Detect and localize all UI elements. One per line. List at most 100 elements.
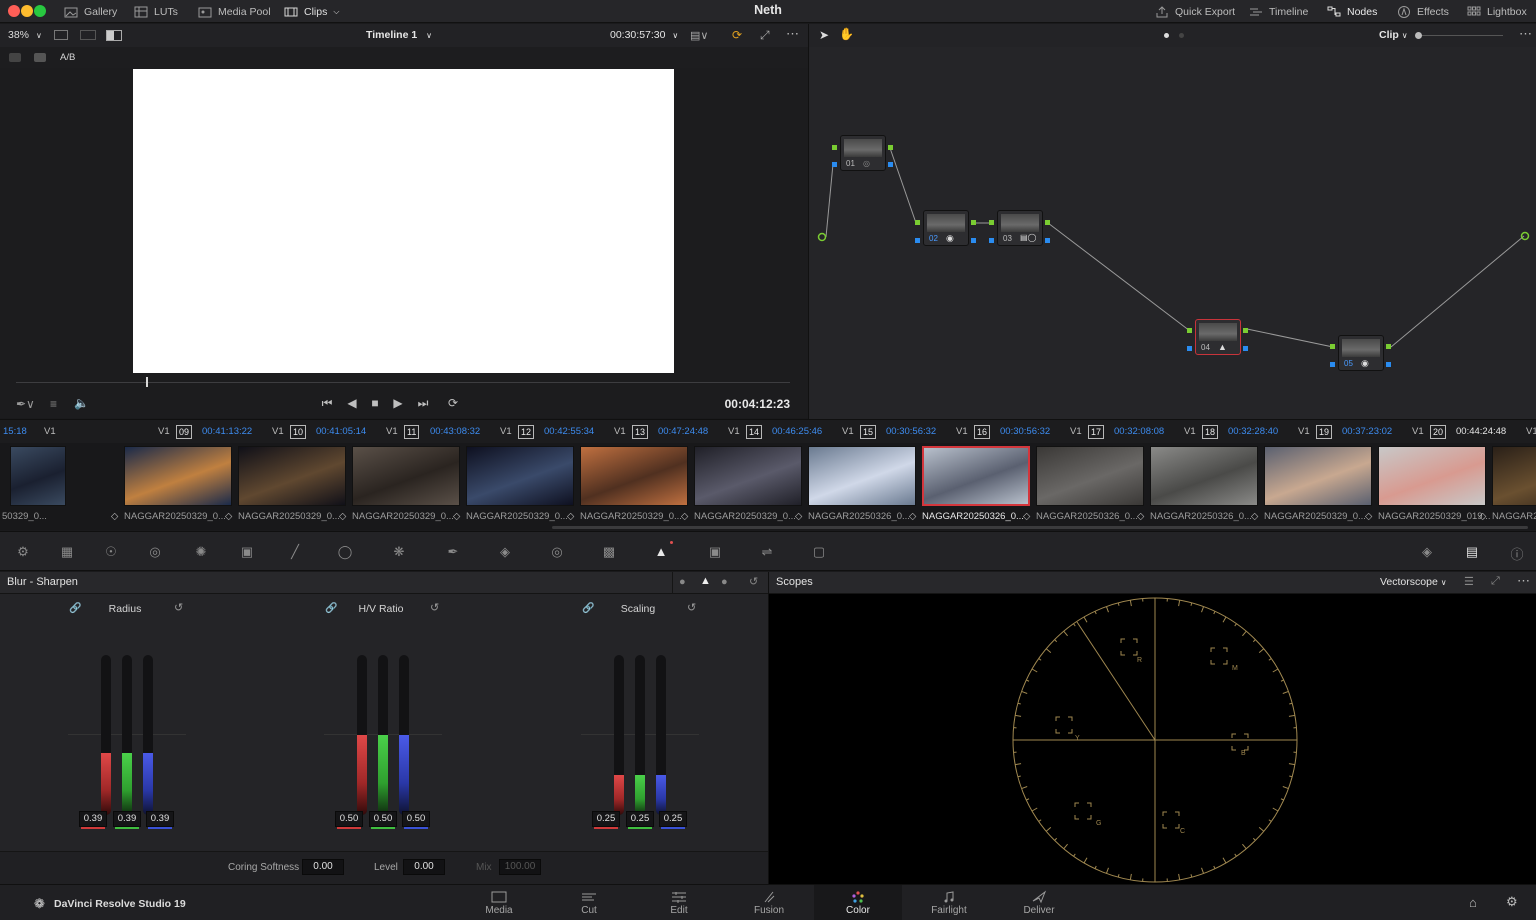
node-input-port[interactable] xyxy=(832,162,837,167)
clip-thumbnail[interactable] xyxy=(1036,446,1144,506)
node-output-port[interactable] xyxy=(888,145,893,150)
stop-icon[interactable]: ■ xyxy=(368,396,382,412)
scaling-blue-value[interactable]: 0.25 xyxy=(659,811,687,827)
reset-icon[interactable]: ↺ xyxy=(174,601,183,614)
hv-ratio-red-value[interactable]: 0.50 xyxy=(335,811,363,827)
node-01[interactable]: 01 ◎ xyxy=(840,135,886,171)
clip-name[interactable]: NAGGAR20250329_0... xyxy=(580,511,682,522)
node-input-port[interactable] xyxy=(915,220,920,225)
scope-type-dropdown[interactable]: Vectorscope ∨ xyxy=(1380,576,1447,588)
camera-raw-icon[interactable]: ⚙ xyxy=(14,544,32,560)
clip-thumbnail[interactable] xyxy=(10,446,66,506)
media-pool-button[interactable]: Media Pool xyxy=(198,0,271,23)
clip-name[interactable]: NAGGAR20250329_0... xyxy=(466,511,568,522)
node-input-port[interactable] xyxy=(915,238,920,243)
radius-red-slider[interactable] xyxy=(101,655,111,815)
hv-ratio-blue-slider[interactable] xyxy=(399,655,409,815)
split-wipe-icon[interactable] xyxy=(106,30,122,41)
clip-name[interactable]: NAGGAR20250326_0... xyxy=(1150,511,1252,522)
radius-red-value[interactable]: 0.39 xyxy=(79,811,107,827)
node-output-port[interactable] xyxy=(1386,362,1391,367)
clip-name[interactable]: NAGGAR20250329_0... xyxy=(694,511,796,522)
reset-icon[interactable]: ↺ xyxy=(687,601,696,614)
home-icon[interactable]: ⌂ xyxy=(1469,895,1477,910)
clip-name[interactable]: NAGGAR20250329_019... xyxy=(1378,511,1491,522)
node-input-port[interactable] xyxy=(989,238,994,243)
page-media[interactable]: Media xyxy=(454,885,544,920)
zoom-window-button[interactable] xyxy=(34,5,46,17)
clip-thumbnail[interactable] xyxy=(1492,446,1536,506)
settings-gear-icon[interactable]: ⚙ xyxy=(1506,894,1518,910)
scaling-red-value[interactable]: 0.25 xyxy=(592,811,620,827)
page-color[interactable]: Color xyxy=(814,885,902,920)
clip-name[interactable]: NAGGAR20250329_0... xyxy=(1264,511,1366,522)
lightbox-toggle-icon[interactable]: ◈ xyxy=(1418,544,1436,560)
curves-icon[interactable]: ╱ xyxy=(286,544,304,560)
speaker-icon[interactable]: 🔈 xyxy=(74,396,89,410)
node-input-port[interactable] xyxy=(989,220,994,225)
mist-mode-icon[interactable]: ● xyxy=(721,576,728,588)
key-icon[interactable]: ▣ xyxy=(706,544,724,560)
clip-name[interactable]: NAGGAR20250329_0... xyxy=(238,511,340,522)
clip-thumbnail[interactable] xyxy=(694,446,802,506)
hdr-wheels-icon[interactable]: ◎ xyxy=(146,544,164,560)
blur-icon[interactable]: ▲ xyxy=(652,544,670,560)
clips-button[interactable]: Clips ⌵ xyxy=(284,0,339,23)
close-window-button[interactable] xyxy=(8,5,20,17)
camera-icon[interactable] xyxy=(9,53,21,62)
layers-icon[interactable]: ≡ xyxy=(50,397,57,411)
clip-strip-scrollbar[interactable] xyxy=(552,526,1528,529)
radius-blue-slider[interactable] xyxy=(143,655,153,815)
timeline-button[interactable]: Timeline xyxy=(1249,0,1308,23)
scrubber-track[interactable] xyxy=(16,382,790,383)
reset-icon[interactable]: ↺ xyxy=(749,575,758,588)
lightbox-button[interactable]: Lightbox xyxy=(1467,0,1527,23)
qualifier-picker-icon[interactable]: ✒ xyxy=(444,544,462,560)
scaling-green-value[interactable]: 0.25 xyxy=(626,811,654,827)
motion-effects-icon[interactable]: ▣ xyxy=(238,544,256,560)
play-icon[interactable]: ▶ xyxy=(390,396,406,412)
page-deliver[interactable]: Deliver xyxy=(994,885,1084,920)
node-output-port[interactable] xyxy=(1243,346,1248,351)
clip-thumbnail[interactable] xyxy=(238,446,346,506)
node-output-port[interactable] xyxy=(1045,220,1050,225)
scrubber-playhead[interactable] xyxy=(146,377,148,387)
fullscreen-icon[interactable]: ⤢ xyxy=(760,28,770,43)
clip-name[interactable]: NAGGAR20250329_0... xyxy=(1492,511,1536,522)
scope-settings-icon[interactable]: ☰ xyxy=(1464,575,1474,588)
rgb-mixer-icon[interactable]: ✺ xyxy=(192,544,210,560)
gallery-button[interactable]: Gallery xyxy=(64,0,117,23)
quick-export-button[interactable]: Quick Export xyxy=(1155,0,1235,23)
scope-expand-icon[interactable]: ⤢ xyxy=(1491,575,1500,588)
node-05[interactable]: 05 ◉ xyxy=(1338,335,1384,371)
node-output-port[interactable] xyxy=(1045,238,1050,243)
info-icon[interactable]: ⓘ xyxy=(1508,544,1526,562)
clip-thumbnail[interactable] xyxy=(1378,446,1486,506)
coring-softness-field[interactable]: 0.00 xyxy=(302,859,344,875)
clip-thumbnail[interactable] xyxy=(1264,446,1372,506)
clip-name[interactable]: NAGGAR20250326_0... xyxy=(808,511,910,522)
single-viewer-icon[interactable] xyxy=(54,30,68,40)
node-02[interactable]: 02 ◉ xyxy=(923,210,969,246)
3d-icon[interactable]: ▢ xyxy=(810,544,828,560)
sharpen-mode-icon[interactable]: ▲ xyxy=(700,575,711,587)
eyedropper-icon[interactable]: ✒∨ xyxy=(16,397,35,411)
clip-thumbnail[interactable] xyxy=(580,446,688,506)
node-output-port[interactable] xyxy=(971,238,976,243)
clip-name[interactable]: NAGGAR20250329_0... xyxy=(124,511,226,522)
timeline-selector[interactable]: Timeline 1 ∨ xyxy=(366,29,432,41)
scaling-blue-slider[interactable] xyxy=(656,655,666,815)
effects-button[interactable]: Effects xyxy=(1397,0,1449,23)
node-input-port[interactable] xyxy=(1187,346,1192,351)
clip-thumbnail[interactable] xyxy=(808,446,916,506)
page-fusion[interactable]: Fusion xyxy=(724,885,814,920)
page-edit[interactable]: Edit xyxy=(634,885,724,920)
clip-name[interactable]: NAGGAR20250329_0... xyxy=(352,511,454,522)
node-input-port[interactable] xyxy=(1330,344,1335,349)
clip-thumbnail[interactable] xyxy=(1150,446,1258,506)
hv-ratio-green-value[interactable]: 0.50 xyxy=(369,811,397,827)
clip-name[interactable]: 50329_0... xyxy=(2,511,47,522)
color-wheels-icon[interactable]: ☉ xyxy=(102,544,120,560)
still-icon[interactable] xyxy=(34,53,46,62)
hv-ratio-green-slider[interactable] xyxy=(378,655,388,815)
